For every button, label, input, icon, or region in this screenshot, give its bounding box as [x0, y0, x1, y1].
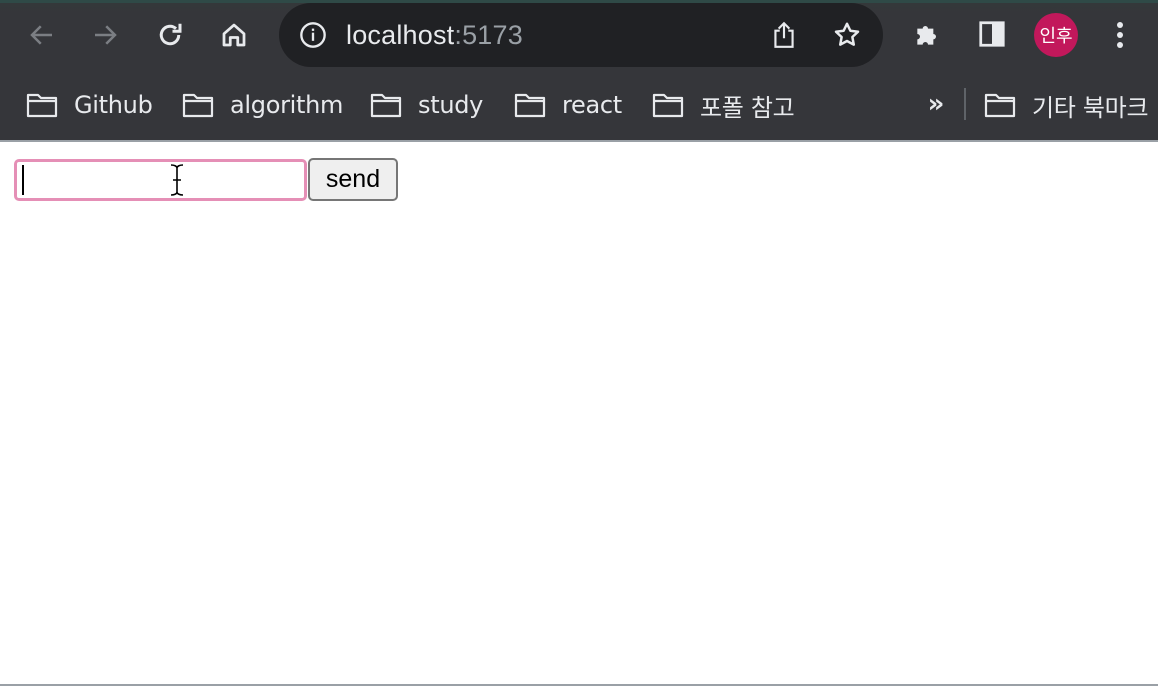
bookmark-folder-portfolio[interactable]: 포폴 참고	[652, 87, 795, 123]
folder-icon	[370, 93, 402, 118]
site-info-button[interactable]	[299, 21, 327, 49]
extensions-button[interactable]	[910, 16, 946, 52]
text-caret	[22, 165, 24, 195]
kebab-menu-icon	[1117, 22, 1123, 48]
bookmark-label: study	[418, 91, 484, 119]
forward-button[interactable]	[85, 15, 125, 55]
back-icon	[30, 25, 52, 45]
reload-button[interactable]	[150, 15, 190, 55]
bookmark-label: react	[562, 91, 622, 119]
send-button[interactable]: send	[308, 158, 398, 201]
browser-toolbar: localhost:5173 인후	[0, 0, 1158, 70]
browser-menu-button[interactable]	[1104, 16, 1136, 54]
bookmark-folder-other[interactable]: 기타 북마크	[984, 87, 1149, 123]
bookmarks-overflow-button[interactable]: »	[924, 88, 948, 120]
folder-icon	[984, 93, 1016, 118]
bookmark-label: 기타 북마크	[1032, 93, 1149, 122]
bookmark-folder-study[interactable]: study	[370, 87, 483, 123]
home-button[interactable]	[214, 15, 254, 55]
address-bar[interactable]: localhost:5173	[279, 3, 883, 67]
folder-icon	[26, 93, 58, 118]
bookmark-label: 포폴 참고	[700, 93, 795, 122]
folder-icon	[182, 93, 214, 118]
message-input[interactable]	[14, 159, 307, 201]
ibeam-cursor-icon	[170, 164, 184, 196]
folder-icon	[652, 93, 684, 118]
side-panel-icon	[979, 21, 1005, 47]
url-host: localhost	[346, 20, 455, 50]
bookmark-folder-react[interactable]: react	[514, 87, 622, 123]
bookmark-label: algorithm	[230, 91, 344, 119]
content-top-border	[0, 140, 1158, 142]
share-icon	[774, 21, 794, 48]
profile-avatar[interactable]: 인후	[1034, 13, 1078, 57]
bookmarks-divider	[964, 88, 966, 120]
url-text[interactable]: localhost:5173	[346, 20, 523, 50]
reload-icon	[159, 23, 182, 46]
bookmarks-bar: Github algorithm study react 포폴 참고 기타 북마…	[0, 70, 1158, 140]
bookmark-folder-github[interactable]: Github	[26, 87, 153, 123]
folder-icon	[514, 93, 546, 118]
bookmark-label: Github	[74, 91, 153, 119]
extensions-icon	[917, 26, 936, 45]
bookmark-star-button[interactable]	[831, 19, 863, 51]
back-button[interactable]	[22, 15, 62, 55]
info-icon	[300, 22, 326, 48]
home-icon	[222, 23, 246, 47]
bookmark-folder-algorithm[interactable]: algorithm	[182, 87, 343, 123]
share-button[interactable]	[769, 19, 799, 51]
star-icon	[834, 22, 860, 46]
url-port: :5173	[454, 20, 523, 50]
forward-icon	[95, 25, 117, 45]
side-panel-button[interactable]	[974, 16, 1010, 52]
